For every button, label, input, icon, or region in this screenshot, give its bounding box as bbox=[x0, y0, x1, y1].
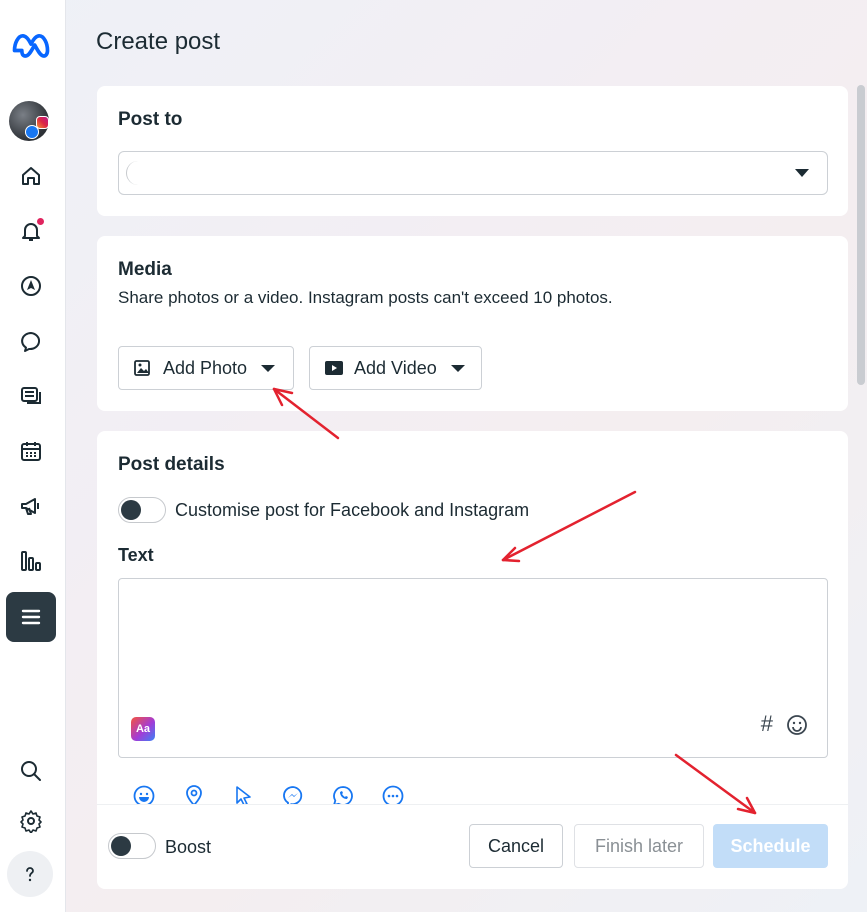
chevron-down-icon bbox=[450, 364, 465, 372]
emoji-icon[interactable] bbox=[785, 713, 809, 737]
toggle-knob bbox=[121, 500, 141, 520]
hashtag-icon[interactable]: # bbox=[761, 711, 773, 737]
post-to-title: Post to bbox=[118, 109, 183, 130]
post-to-select[interactable] bbox=[118, 151, 828, 195]
meta-logo-icon[interactable] bbox=[6, 20, 56, 70]
insights-icon[interactable] bbox=[6, 536, 56, 586]
schedule-button[interactable]: Schedule bbox=[713, 824, 828, 868]
finish-later-button[interactable]: Finish later bbox=[574, 824, 704, 868]
ads-megaphone-icon[interactable] bbox=[6, 481, 56, 531]
loading-spinner-icon bbox=[126, 161, 150, 185]
page-title: Create post bbox=[96, 28, 221, 55]
chevron-down-icon bbox=[795, 169, 809, 177]
calendar-icon[interactable] bbox=[6, 426, 56, 476]
menu-icon[interactable] bbox=[6, 592, 56, 642]
toggle-knob bbox=[111, 836, 131, 856]
compass-icon[interactable] bbox=[6, 261, 56, 311]
sidebar bbox=[0, 0, 66, 912]
footer-bar: Boost Cancel Finish later Schedule bbox=[97, 805, 848, 889]
media-title: Media bbox=[118, 259, 172, 280]
add-video-button[interactable]: Add Video bbox=[309, 346, 482, 390]
instagram-badge-icon bbox=[36, 116, 49, 129]
text-label: Text bbox=[118, 545, 154, 565]
content-icon[interactable] bbox=[6, 371, 56, 421]
post-text-input[interactable]: Aa # bbox=[118, 578, 828, 758]
profile-avatar[interactable] bbox=[9, 101, 51, 143]
customise-label: Customise post for Facebook and Instagra… bbox=[175, 500, 530, 520]
notifications-icon[interactable] bbox=[6, 206, 56, 256]
photo-icon bbox=[133, 358, 153, 378]
chevron-down-icon bbox=[261, 364, 276, 372]
home-icon[interactable] bbox=[6, 151, 56, 201]
media-card: Media Share photos or a video. Instagram… bbox=[97, 236, 848, 411]
add-photo-label: Add Photo bbox=[163, 357, 248, 378]
scrollbar[interactable] bbox=[857, 85, 865, 385]
media-description: Share photos or a video. Instagram posts… bbox=[118, 288, 613, 307]
search-icon[interactable] bbox=[6, 746, 56, 796]
boost-toggle[interactable] bbox=[108, 833, 156, 859]
settings-gear-icon[interactable] bbox=[6, 796, 56, 846]
video-icon bbox=[324, 358, 344, 378]
post-to-card: Post to bbox=[97, 86, 848, 216]
boost-label: Boost bbox=[165, 837, 212, 857]
add-photo-button[interactable]: Add Photo bbox=[118, 346, 294, 390]
post-details-title: Post details bbox=[118, 454, 225, 475]
help-icon[interactable] bbox=[7, 851, 53, 897]
post-details-card: Post details Customise post for Facebook… bbox=[97, 431, 848, 821]
notification-dot bbox=[37, 218, 44, 225]
text-format-icon[interactable]: Aa bbox=[131, 717, 155, 741]
messages-icon[interactable] bbox=[6, 317, 56, 367]
customise-toggle[interactable] bbox=[118, 497, 166, 523]
cancel-button[interactable]: Cancel bbox=[469, 824, 563, 868]
add-video-label: Add Video bbox=[354, 357, 437, 378]
